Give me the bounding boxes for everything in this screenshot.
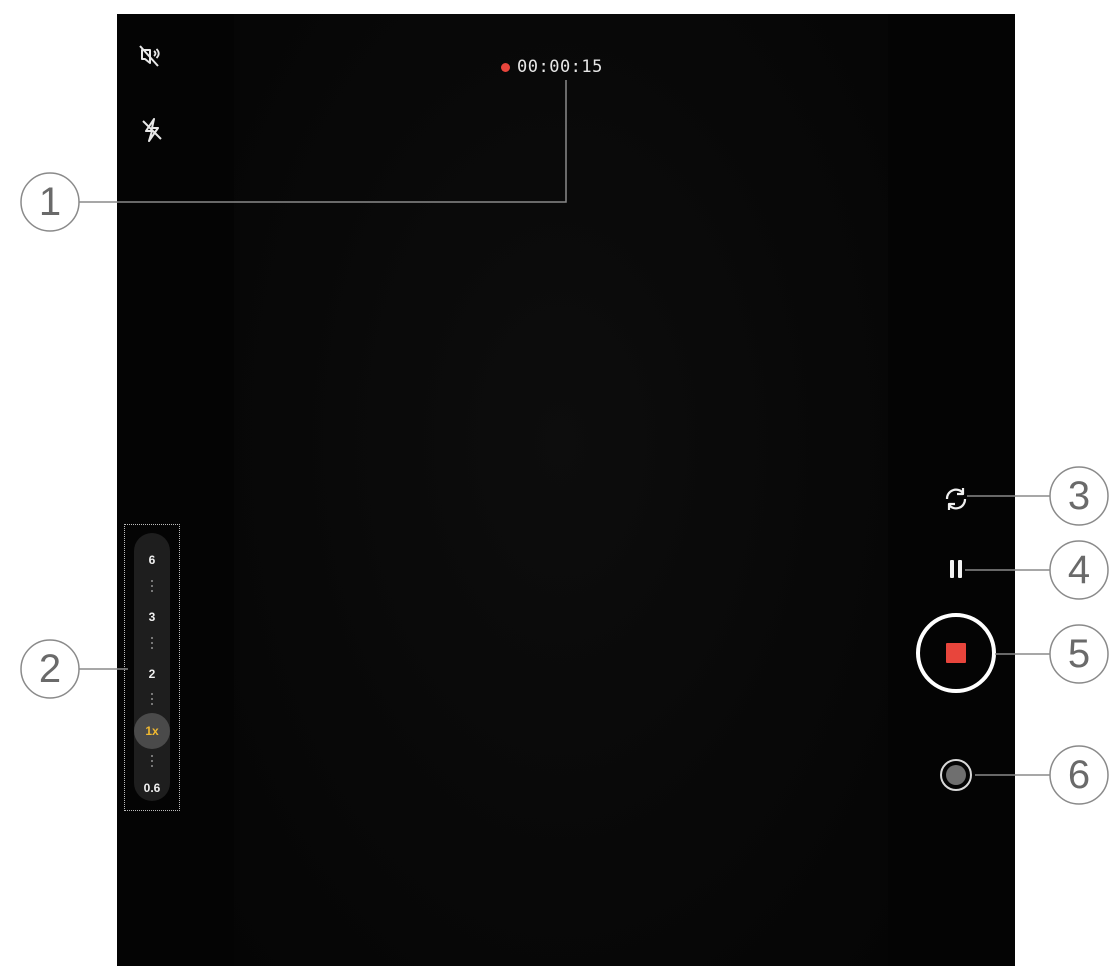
recording-dot-icon	[501, 62, 510, 72]
callout-4: 4	[1067, 548, 1091, 592]
callout-6: 6	[1067, 753, 1091, 797]
pause-button[interactable]	[943, 554, 969, 584]
callout-5: 5	[1067, 632, 1091, 676]
zoom-level-2[interactable]: 2	[134, 667, 170, 681]
camera-switch-icon[interactable]	[939, 482, 973, 516]
stop-icon	[946, 643, 966, 663]
zoom-dots	[151, 637, 153, 651]
zoom-dots	[151, 693, 153, 707]
pause-icon	[950, 560, 954, 578]
viewfinder	[234, 14, 888, 966]
recording-time: 00:00:15	[517, 57, 603, 77]
zoom-dots	[151, 755, 153, 769]
recording-indicator: 00:00:15	[501, 56, 603, 78]
snapshot-button[interactable]	[940, 759, 972, 791]
zoom-slider[interactable]: 6 3 2 1x 0.6	[124, 524, 180, 811]
stop-recording-button[interactable]	[916, 613, 996, 693]
flash-off-icon[interactable]	[137, 115, 167, 145]
mute-microphone-icon[interactable]	[134, 41, 164, 71]
callout-1: 1	[38, 180, 62, 224]
zoom-level-3[interactable]: 3	[134, 610, 170, 624]
zoom-dots	[151, 580, 153, 594]
pause-icon	[958, 560, 962, 578]
zoom-level-selected[interactable]: 1x	[134, 713, 170, 749]
callout-2: 2	[38, 647, 62, 691]
snapshot-icon	[946, 765, 966, 785]
zoom-level-6[interactable]: 6	[134, 553, 170, 567]
zoom-level-0-6[interactable]: 0.6	[134, 781, 170, 795]
camera-screen: 00:00:15 6 3 2 1x 0.6	[117, 14, 1015, 966]
zoom-track[interactable]: 6 3 2 1x 0.6	[134, 533, 170, 801]
callout-3: 3	[1067, 474, 1091, 518]
